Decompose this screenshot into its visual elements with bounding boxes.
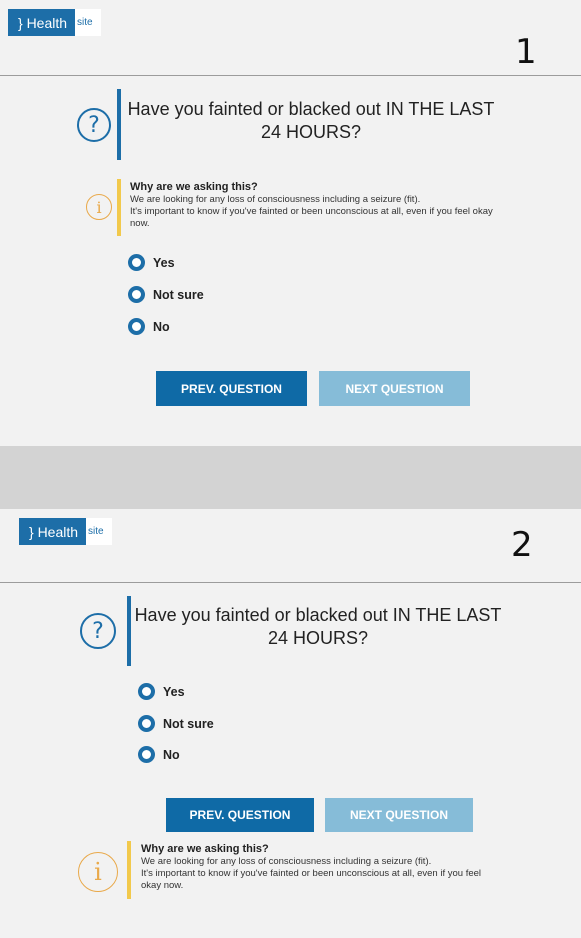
question-mark-icon: ? [80, 613, 116, 649]
option-not-sure[interactable]: Not sure [138, 715, 214, 732]
question-heading: Have you fainted or blacked out IN THE L… [127, 99, 495, 142]
info-text-line1: We are looking for any loss of conscious… [141, 856, 432, 867]
logo-brand: } Health [19, 518, 87, 545]
info-title: Why are we asking this? [141, 843, 269, 855]
logo-suffix: site [75, 9, 101, 36]
option-yes[interactable]: Yes [128, 254, 175, 271]
info-title: Why are we asking this? [130, 181, 258, 193]
next-question-button[interactable]: NEXT QUESTION [319, 371, 470, 406]
info-callout: Why are we asking this? We are looking f… [141, 842, 501, 892]
header-divider [0, 75, 581, 76]
panel-separator [0, 446, 581, 509]
option-label: Not sure [163, 716, 214, 731]
variant-2-panel: } Health site 2 ? Have you fainted or bl… [0, 509, 581, 938]
info-text-line1: We are looking for any loss of conscious… [130, 194, 421, 205]
option-label: Yes [163, 684, 185, 699]
info-accent-bar [127, 841, 131, 899]
info-icon: i [86, 194, 112, 220]
radio-button[interactable] [138, 715, 155, 732]
option-label: No [153, 319, 170, 334]
option-no[interactable]: No [138, 746, 180, 763]
option-no[interactable]: No [128, 318, 170, 335]
header-divider [0, 582, 581, 583]
variant-1-panel: } Health site 1 ? Have you fainted or bl… [0, 0, 581, 446]
radio-button[interactable] [128, 286, 145, 303]
logo-suffix: site [86, 518, 112, 545]
panel-number: 1 [515, 32, 537, 72]
logo-brand: } Health [8, 9, 76, 36]
info-icon: i [78, 852, 118, 892]
site-logo[interactable]: } Health site [19, 518, 112, 545]
option-yes[interactable]: Yes [138, 683, 185, 700]
option-label: No [163, 747, 180, 762]
info-callout: Why are we asking this? We are looking f… [130, 180, 500, 230]
radio-button[interactable] [138, 683, 155, 700]
option-not-sure[interactable]: Not sure [128, 286, 204, 303]
radio-button[interactable] [138, 746, 155, 763]
site-logo[interactable]: } Health site [8, 9, 101, 36]
prev-question-button[interactable]: PREV. QUESTION [156, 371, 307, 406]
info-text-line2: It's important to know if you've fainted… [141, 868, 482, 891]
option-label: Not sure [153, 287, 204, 302]
question-mark-icon: ? [77, 108, 111, 142]
radio-button[interactable] [128, 318, 145, 335]
prev-question-button[interactable]: PREV. QUESTION [166, 798, 314, 832]
next-question-button[interactable]: NEXT QUESTION [325, 798, 473, 832]
info-text-line2: It's important to know if you've fainted… [130, 206, 493, 229]
option-label: Yes [153, 255, 175, 270]
info-accent-bar [117, 179, 121, 236]
question-heading: Have you fainted or blacked out IN THE L… [134, 605, 502, 648]
panel-number: 2 [511, 525, 533, 565]
radio-button[interactable] [128, 254, 145, 271]
